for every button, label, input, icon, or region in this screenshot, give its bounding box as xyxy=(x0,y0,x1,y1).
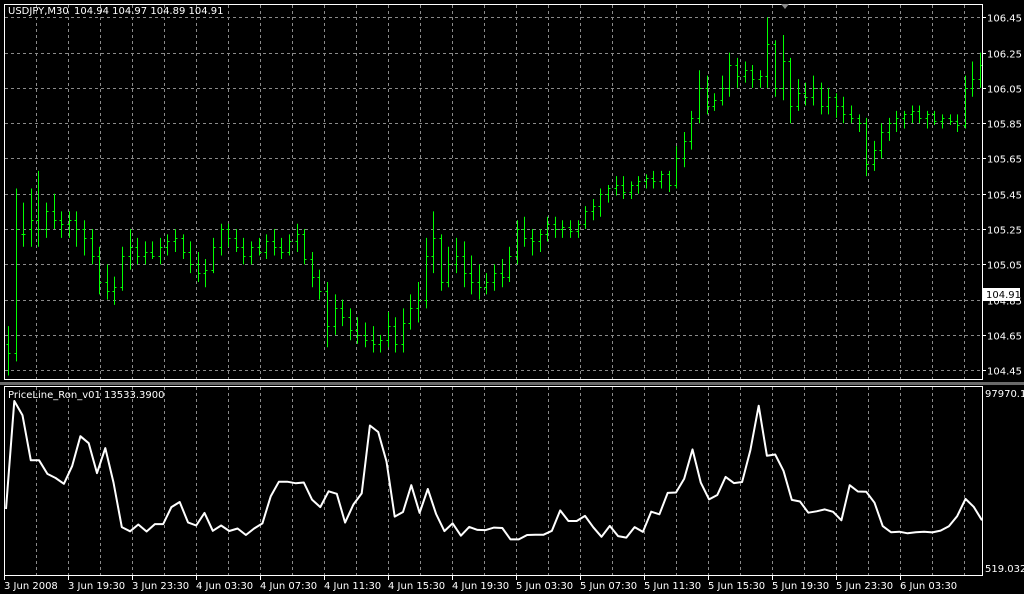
svg-text:104.91: 104.91 xyxy=(986,290,1021,301)
price-tick-label: 106.05 xyxy=(987,85,1022,96)
time-tick-label: 6 Jun 03:30 xyxy=(900,581,957,592)
price-tick-label: 106.25 xyxy=(987,50,1022,61)
time-tick-label: 3 Jun 19:30 xyxy=(68,581,125,592)
price-tick-label: 106.45 xyxy=(987,14,1022,25)
price-tick-label: 104.45 xyxy=(987,367,1022,378)
indicator-axis-bottom: 519.0325 xyxy=(985,564,1024,575)
chart-window[interactable]: USDJPY,M30 104.94 104.97 104.89 104.91 1… xyxy=(0,0,1024,594)
time-tick-label: 5 Jun 11:30 xyxy=(644,581,701,592)
price-tick-label: 105.05 xyxy=(987,261,1022,272)
price-tick-label: 105.45 xyxy=(987,191,1022,202)
indicator-axis-top: 97970.17 xyxy=(985,389,1024,400)
symbol-label: USDJPY,M30 xyxy=(8,6,69,17)
current-price-tag: 104.91 xyxy=(983,288,1021,301)
time-tick-label: 5 Jun 15:30 xyxy=(708,581,765,592)
ohlc-label: 104.94 104.97 104.89 104.91 xyxy=(74,6,224,17)
time-tick-label: 5 Jun 07:30 xyxy=(580,581,637,592)
time-tick-label: 4 Jun 07:30 xyxy=(260,581,317,592)
price-tick-label: 105.85 xyxy=(987,120,1022,131)
time-tick-label: 3 Jun 2008 xyxy=(4,581,58,592)
time-tick-label: 4 Jun 11:30 xyxy=(324,581,381,592)
price-tick-label: 105.65 xyxy=(987,155,1022,166)
indicator-title: PriceLine_Ron_v01 13533.3900 xyxy=(8,390,164,401)
time-tick-label: 5 Jun 19:30 xyxy=(772,581,829,592)
price-tick-label: 105.25 xyxy=(987,226,1022,237)
time-tick-label: 5 Jun 03:30 xyxy=(516,581,573,592)
time-tick-label: 4 Jun 03:30 xyxy=(196,581,253,592)
time-tick-label: 4 Jun 15:30 xyxy=(388,581,445,592)
time-tick-label: 3 Jun 23:30 xyxy=(132,581,189,592)
time-tick-label: 5 Jun 23:30 xyxy=(836,581,893,592)
time-tick-label: 4 Jun 19:30 xyxy=(452,581,509,592)
price-tick-label: 104.65 xyxy=(987,332,1022,343)
